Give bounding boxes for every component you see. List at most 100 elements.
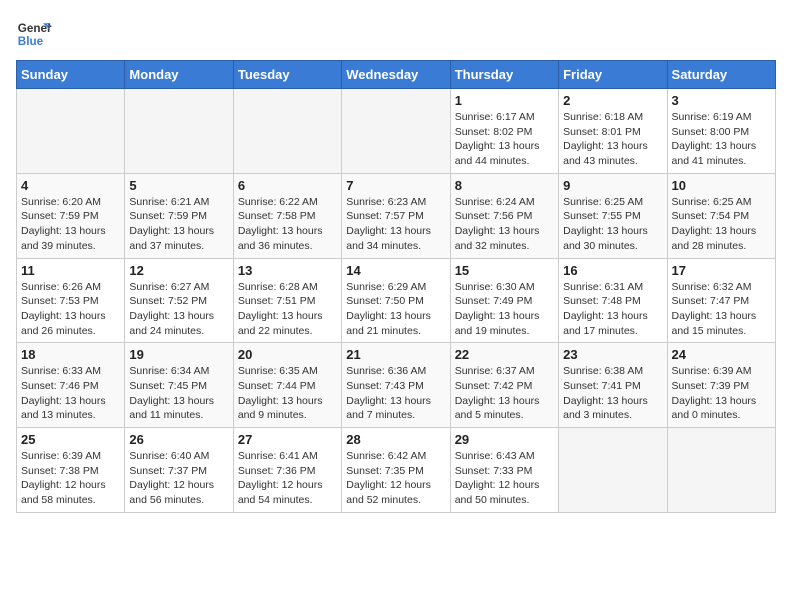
day-detail: Sunrise: 6:38 AM Sunset: 7:41 PM Dayligh…	[563, 364, 662, 423]
calendar-week-5: 25 Sunrise: 6:39 AM Sunset: 7:38 PM Dayli…	[17, 428, 776, 513]
day-detail: Sunrise: 6:23 AM Sunset: 7:57 PM Dayligh…	[346, 195, 445, 254]
day-number: 8	[455, 178, 554, 193]
calendar-week-2: 4Sunrise: 6:20 AM Sunset: 7:59 PM Daylig…	[17, 173, 776, 258]
calendar-cell	[17, 89, 125, 174]
day-number: 23	[563, 347, 662, 362]
day-number: 6	[238, 178, 337, 193]
day-number: 7	[346, 178, 445, 193]
day-number: 14	[346, 263, 445, 278]
calendar-week-1: 1 Sunrise: 6:17 AM Sunset: 8:02 PM Daylig…	[17, 89, 776, 174]
day-number: 12	[129, 263, 228, 278]
day-detail: Sunrise: 6:39 AM Sunset: 7:38 PM Dayligh…	[21, 449, 120, 508]
calendar-cell	[342, 89, 450, 174]
calendar-cell	[125, 89, 233, 174]
day-number: 26	[129, 432, 228, 447]
day-number: 25	[21, 432, 120, 447]
calendar-header-monday: Monday	[125, 61, 233, 89]
calendar-cell: 17Sunrise: 6:32 AM Sunset: 7:47 PM Dayli…	[667, 258, 775, 343]
calendar-week-4: 18 Sunrise: 6:33 AM Sunset: 7:46 PM Dayli…	[17, 343, 776, 428]
day-number: 19	[129, 347, 228, 362]
calendar-cell: 18 Sunrise: 6:33 AM Sunset: 7:46 PM Dayli…	[17, 343, 125, 428]
calendar-cell: 22Sunrise: 6:37 AM Sunset: 7:42 PM Dayli…	[450, 343, 558, 428]
day-number: 17	[672, 263, 771, 278]
logo: General Blue	[16, 16, 52, 52]
calendar-cell	[559, 428, 667, 513]
day-detail: Sunrise: 6:27 AM Sunset: 7:52 PM Dayligh…	[129, 280, 228, 339]
day-detail: Sunrise: 6:25 AM Sunset: 7:55 PM Dayligh…	[563, 195, 662, 254]
day-detail: Sunrise: 6:29 AM Sunset: 7:50 PM Dayligh…	[346, 280, 445, 339]
day-detail: Sunrise: 6:39 AM Sunset: 7:39 PM Dayligh…	[672, 364, 771, 423]
calendar-cell: 7 Sunrise: 6:23 AM Sunset: 7:57 PM Daylig…	[342, 173, 450, 258]
calendar-header-friday: Friday	[559, 61, 667, 89]
day-detail: Sunrise: 6:17 AM Sunset: 8:02 PM Dayligh…	[455, 110, 554, 169]
day-detail: Sunrise: 6:19 AM Sunset: 8:00 PM Dayligh…	[672, 110, 771, 169]
day-detail: Sunrise: 6:36 AM Sunset: 7:43 PM Dayligh…	[346, 364, 445, 423]
day-detail: Sunrise: 6:42 AM Sunset: 7:35 PM Dayligh…	[346, 449, 445, 508]
day-number: 5	[129, 178, 228, 193]
day-detail: Sunrise: 6:25 AM Sunset: 7:54 PM Dayligh…	[672, 195, 771, 254]
day-number: 1	[455, 93, 554, 108]
day-detail: Sunrise: 6:43 AM Sunset: 7:33 PM Dayligh…	[455, 449, 554, 508]
day-detail: Sunrise: 6:24 AM Sunset: 7:56 PM Dayligh…	[455, 195, 554, 254]
calendar-cell: 27 Sunrise: 6:41 AM Sunset: 7:36 PM Dayli…	[233, 428, 341, 513]
calendar-cell: 6Sunrise: 6:22 AM Sunset: 7:58 PM Daylig…	[233, 173, 341, 258]
day-number: 27	[238, 432, 337, 447]
day-detail: Sunrise: 6:35 AM Sunset: 7:44 PM Dayligh…	[238, 364, 337, 423]
calendar-cell: 23 Sunrise: 6:38 AM Sunset: 7:41 PM Dayli…	[559, 343, 667, 428]
calendar-header-wednesday: Wednesday	[342, 61, 450, 89]
day-number: 15	[455, 263, 554, 278]
day-number: 3	[672, 93, 771, 108]
calendar-cell: 2 Sunrise: 6:18 AM Sunset: 8:01 PM Daylig…	[559, 89, 667, 174]
calendar-header-tuesday: Tuesday	[233, 61, 341, 89]
day-number: 21	[346, 347, 445, 362]
calendar-cell: 16 Sunrise: 6:31 AM Sunset: 7:48 PM Dayli…	[559, 258, 667, 343]
calendar-cell: 1 Sunrise: 6:17 AM Sunset: 8:02 PM Daylig…	[450, 89, 558, 174]
day-detail: Sunrise: 6:33 AM Sunset: 7:46 PM Dayligh…	[21, 364, 120, 423]
day-number: 2	[563, 93, 662, 108]
calendar-header-saturday: Saturday	[667, 61, 775, 89]
calendar-cell: 3 Sunrise: 6:19 AM Sunset: 8:00 PM Daylig…	[667, 89, 775, 174]
calendar-cell: 11Sunrise: 6:26 AM Sunset: 7:53 PM Dayli…	[17, 258, 125, 343]
calendar-cell: 14 Sunrise: 6:29 AM Sunset: 7:50 PM Dayli…	[342, 258, 450, 343]
svg-text:Blue: Blue	[18, 35, 44, 48]
day-detail: Sunrise: 6:30 AM Sunset: 7:49 PM Dayligh…	[455, 280, 554, 339]
calendar-cell: 4Sunrise: 6:20 AM Sunset: 7:59 PM Daylig…	[17, 173, 125, 258]
calendar-header-row: SundayMondayTuesdayWednesdayThursdayFrid…	[17, 61, 776, 89]
day-number: 4	[21, 178, 120, 193]
calendar-cell: 10 Sunrise: 6:25 AM Sunset: 7:54 PM Dayli…	[667, 173, 775, 258]
day-number: 13	[238, 263, 337, 278]
day-detail: Sunrise: 6:40 AM Sunset: 7:37 PM Dayligh…	[129, 449, 228, 508]
calendar-cell	[233, 89, 341, 174]
day-detail: Sunrise: 6:41 AM Sunset: 7:36 PM Dayligh…	[238, 449, 337, 508]
day-detail: Sunrise: 6:18 AM Sunset: 8:01 PM Dayligh…	[563, 110, 662, 169]
day-detail: Sunrise: 6:28 AM Sunset: 7:51 PM Dayligh…	[238, 280, 337, 339]
header: General Blue	[16, 16, 776, 52]
calendar-cell: 8 Sunrise: 6:24 AM Sunset: 7:56 PM Daylig…	[450, 173, 558, 258]
calendar-cell: 20 Sunrise: 6:35 AM Sunset: 7:44 PM Dayli…	[233, 343, 341, 428]
calendar-cell: 15 Sunrise: 6:30 AM Sunset: 7:49 PM Dayli…	[450, 258, 558, 343]
day-number: 29	[455, 432, 554, 447]
day-detail: Sunrise: 6:26 AM Sunset: 7:53 PM Dayligh…	[21, 280, 120, 339]
day-detail: Sunrise: 6:21 AM Sunset: 7:59 PM Dayligh…	[129, 195, 228, 254]
calendar-cell: 24 Sunrise: 6:39 AM Sunset: 7:39 PM Dayli…	[667, 343, 775, 428]
calendar-cell: 28Sunrise: 6:42 AM Sunset: 7:35 PM Dayli…	[342, 428, 450, 513]
day-number: 16	[563, 263, 662, 278]
logo-icon: General Blue	[16, 16, 52, 52]
day-number: 10	[672, 178, 771, 193]
day-detail: Sunrise: 6:31 AM Sunset: 7:48 PM Dayligh…	[563, 280, 662, 339]
calendar-cell: 13 Sunrise: 6:28 AM Sunset: 7:51 PM Dayli…	[233, 258, 341, 343]
calendar-cell: 29 Sunrise: 6:43 AM Sunset: 7:33 PM Dayli…	[450, 428, 558, 513]
calendar-cell: 9 Sunrise: 6:25 AM Sunset: 7:55 PM Daylig…	[559, 173, 667, 258]
day-number: 18	[21, 347, 120, 362]
day-number: 20	[238, 347, 337, 362]
calendar-cell: 12 Sunrise: 6:27 AM Sunset: 7:52 PM Dayli…	[125, 258, 233, 343]
day-number: 24	[672, 347, 771, 362]
calendar: SundayMondayTuesdayWednesdayThursdayFrid…	[16, 60, 776, 513]
calendar-cell: 25 Sunrise: 6:39 AM Sunset: 7:38 PM Dayli…	[17, 428, 125, 513]
calendar-cell	[667, 428, 775, 513]
day-number: 9	[563, 178, 662, 193]
day-detail: Sunrise: 6:37 AM Sunset: 7:42 PM Dayligh…	[455, 364, 554, 423]
calendar-header-sunday: Sunday	[17, 61, 125, 89]
calendar-cell: 5 Sunrise: 6:21 AM Sunset: 7:59 PM Daylig…	[125, 173, 233, 258]
calendar-header-thursday: Thursday	[450, 61, 558, 89]
